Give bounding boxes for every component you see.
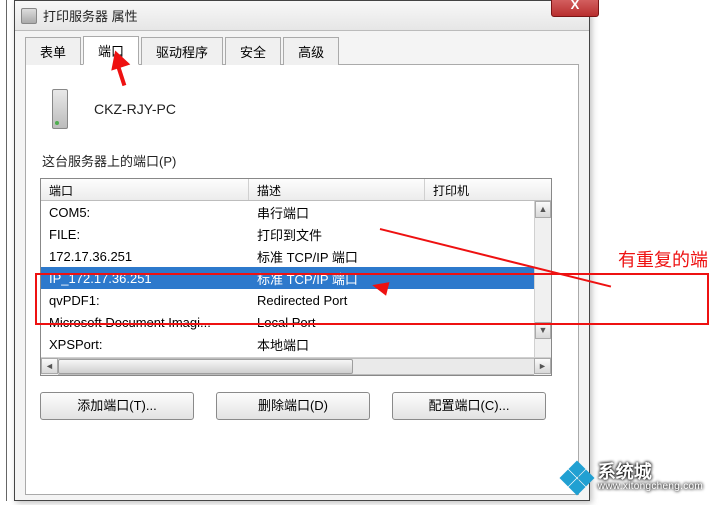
watermark-url: www.xitongcheng.com [598,482,703,493]
cell-printer [425,254,517,258]
cell-port: XPSPort: [41,335,249,354]
scroll-up-icon[interactable]: ▲ [535,201,551,218]
annotation-text: 有重复的端 [618,246,708,272]
watermark-name: 系统城 [598,463,703,482]
column-port[interactable]: 端口 [41,179,249,200]
watermark-logo-icon [562,463,592,493]
table-row[interactable]: 172.17.36.251 标准 TCP/IP 端口 [41,245,551,267]
tab-advanced[interactable]: 高级 [283,37,339,65]
watermark: 系统城 www.xitongcheng.com [562,463,703,493]
buttons-row: 添加端口(T)... 删除端口(D) 配置端口(C)... [40,392,564,420]
cell-printer [425,342,517,346]
server-name: CKZ-RJY-PC [94,101,176,117]
ports-section-label: 这台服务器上的端口(P) [42,151,564,170]
delete-port-button[interactable]: 删除端口(D) [216,392,370,420]
cell-port: FILE: [41,225,249,244]
cell-port: 172.17.36.251 [41,247,249,266]
cell-desc: 串行端口 [249,201,425,224]
tab-drivers[interactable]: 驱动程序 [141,37,223,65]
list-header: 端口 描述 打印机 [41,179,551,201]
tab-forms[interactable]: 表单 [25,37,81,65]
configure-port-button[interactable]: 配置端口(C)... [392,392,546,420]
column-printer[interactable]: 打印机 [425,179,517,200]
scroll-left-icon[interactable]: ◄ [41,358,58,374]
scroll-track[interactable] [58,358,534,375]
titlebar[interactable]: 打印服务器 属性 X [15,1,589,31]
horizontal-scrollbar[interactable]: ◄ ► [41,357,551,375]
cell-port: COM5: [41,203,249,222]
server-row: CKZ-RJY-PC [44,85,560,133]
add-port-button[interactable]: 添加端口(T)... [40,392,194,420]
scroll-right-icon[interactable]: ► [534,358,551,374]
printer-icon [21,8,37,24]
window-title: 打印服务器 属性 [43,6,138,25]
print-server-properties-dialog: 打印服务器 属性 X 表单 端口 驱动程序 安全 高级 CKZ-RJY-PC 这… [14,0,590,501]
column-desc[interactable]: 描述 [249,179,425,200]
scroll-thumb[interactable] [58,359,353,374]
table-row[interactable]: COM5: 串行端口 [41,201,551,223]
cell-printer [425,210,517,214]
table-row[interactable]: FILE: 打印到文件 [41,223,551,245]
close-button[interactable]: X [551,0,599,17]
server-icon [44,85,76,133]
cell-desc: 标准 TCP/IP 端口 [249,245,425,268]
annotation-highlight-box [35,273,709,325]
tab-security[interactable]: 安全 [225,37,281,65]
cell-desc: 本地端口 [249,333,425,356]
cell-printer [425,232,517,236]
table-row[interactable]: XPSPort: 本地端口 [41,333,551,355]
